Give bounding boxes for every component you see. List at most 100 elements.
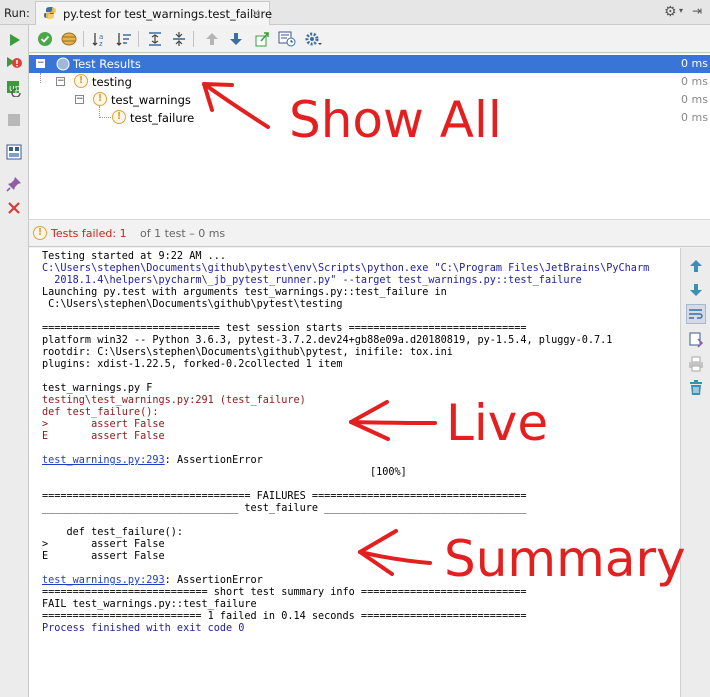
export-icon bbox=[255, 32, 269, 47]
check-circle-icon bbox=[38, 32, 52, 46]
console-output[interactable]: Testing started at 9:22 AM ... C:\Users\… bbox=[29, 248, 681, 697]
tree-label: test_failure bbox=[130, 111, 195, 125]
console-line: def test_failure(): bbox=[42, 527, 184, 538]
warning-icon: ! bbox=[33, 226, 47, 240]
previous-failed-button[interactable] bbox=[202, 29, 222, 49]
console-line: ________________________________ test_fa… bbox=[42, 503, 527, 514]
console-line: FAIL test_warnings.py::test_failure bbox=[42, 599, 257, 610]
pin-icon bbox=[6, 177, 21, 192]
console-line: testing\test_warnings.py:291 (test_failu… bbox=[42, 395, 306, 406]
expand-all-button[interactable] bbox=[145, 29, 165, 49]
duration: 0 ms bbox=[681, 75, 708, 88]
clear-all-button[interactable] bbox=[686, 378, 706, 398]
scroll-to-end-icon bbox=[689, 332, 704, 348]
test-runner-toolbar: az bbox=[29, 25, 710, 53]
layout-button[interactable] bbox=[4, 142, 24, 162]
console-line: > assert False bbox=[42, 419, 165, 430]
svg-text:z: z bbox=[99, 40, 103, 47]
settings-button[interactable] bbox=[303, 29, 323, 49]
tree-row-test-results[interactable]: − Test Results 0 ms bbox=[29, 55, 710, 73]
warning-icon: ! bbox=[112, 110, 126, 124]
chevron-down-icon[interactable]: ▾ bbox=[679, 6, 683, 15]
tests-failed-label: Tests failed: 1 bbox=[51, 227, 127, 240]
show-ignored-button[interactable] bbox=[59, 29, 79, 49]
source-link[interactable]: test_warnings.py:293 bbox=[42, 455, 165, 466]
tree-label: test_warnings bbox=[111, 93, 191, 107]
console-line: ================================== FAILU… bbox=[42, 491, 527, 502]
console-line: E assert False bbox=[42, 431, 165, 442]
print-icon bbox=[689, 356, 703, 372]
tree-label: testing bbox=[92, 75, 132, 89]
sort-by-duration-button[interactable] bbox=[114, 29, 134, 49]
tests-summary-text: of 1 test – 0 ms bbox=[140, 227, 226, 240]
collapse-all-button[interactable] bbox=[169, 29, 189, 49]
toggle-auto-test-button[interactable]: up bbox=[4, 78, 24, 98]
source-link[interactable]: test_warnings.py:293 bbox=[42, 575, 165, 586]
tree-row-testing[interactable]: − ! testing 0 ms bbox=[29, 73, 710, 91]
sort-alphabetically-button[interactable]: az bbox=[90, 29, 110, 49]
sort-duration-icon bbox=[116, 33, 131, 46]
collapse-toggle-icon[interactable]: − bbox=[56, 77, 65, 86]
console-line: ========================== 1 failed in 0… bbox=[42, 611, 527, 622]
import-results-button[interactable] bbox=[277, 29, 297, 49]
collapse-all-icon bbox=[173, 32, 185, 46]
tab-title: py.test for test_warnings.test_failure bbox=[63, 7, 273, 21]
play-icon bbox=[10, 34, 20, 46]
stop-icon bbox=[8, 114, 20, 126]
collapse-toggle-icon[interactable]: − bbox=[36, 59, 45, 68]
rerun-button[interactable] bbox=[4, 30, 24, 50]
ignored-icon bbox=[61, 32, 77, 46]
pin-tab-button[interactable] bbox=[4, 174, 24, 194]
console-line: > assert False bbox=[42, 539, 165, 550]
console-line: C:\Users\stephen\Documents\github\pytest… bbox=[42, 299, 343, 310]
live-annotation: Live bbox=[446, 394, 549, 452]
soft-wrap-button[interactable] bbox=[686, 304, 706, 324]
close-icon bbox=[8, 202, 20, 214]
console-line: test_warnings.py:293: AssertionError bbox=[42, 455, 263, 466]
stop-button[interactable] bbox=[4, 110, 24, 130]
console-line: 2018.1.4\helpers\pycharm\_jb_pytest_runn… bbox=[42, 275, 582, 286]
scroll-to-end-button[interactable] bbox=[686, 330, 706, 350]
tree-label: Test Results bbox=[73, 57, 141, 71]
test-status-bar: ! Tests failed: 1 of 1 test – 0 ms bbox=[29, 219, 710, 247]
console-line: Launching py.test with arguments test_wa… bbox=[42, 287, 447, 298]
export-results-button[interactable] bbox=[252, 29, 272, 49]
expand-all-icon bbox=[149, 32, 161, 46]
console-line: test_warnings.py:293: AssertionError bbox=[42, 575, 263, 586]
arrow-down-icon bbox=[230, 33, 242, 45]
rerun-failed-icon bbox=[7, 57, 22, 68]
scroll-up-button[interactable] bbox=[686, 256, 706, 276]
show-passed-button[interactable] bbox=[35, 29, 55, 49]
duration: 0 ms bbox=[681, 57, 708, 70]
warning-icon: ! bbox=[93, 92, 107, 106]
arrow-up-icon bbox=[690, 260, 702, 272]
console-line: def test_failure(): bbox=[42, 407, 159, 418]
scroll-down-button[interactable] bbox=[686, 280, 706, 300]
soft-wrap-icon bbox=[689, 309, 703, 319]
close-run-button[interactable] bbox=[4, 198, 24, 218]
history-icon bbox=[278, 31, 296, 47]
test-results-icon bbox=[56, 57, 70, 71]
gear-icon bbox=[305, 32, 322, 46]
sort-alpha-icon: az bbox=[92, 33, 103, 47]
console-toolbar bbox=[681, 248, 710, 697]
run-tab-bar: Run: py.test for test_warnings.test_fail… bbox=[0, 0, 710, 25]
run-label: Run: bbox=[4, 6, 30, 20]
rerun-failed-button[interactable] bbox=[4, 54, 24, 74]
trash-icon bbox=[690, 380, 702, 395]
collapse-toggle-icon[interactable]: − bbox=[75, 95, 84, 104]
summary-annotation: Summary bbox=[444, 530, 686, 588]
console-line: plugins: xdist-1.22.5, forked-0.2collect… bbox=[42, 359, 343, 370]
duration: 0 ms bbox=[681, 93, 708, 106]
console-line: Testing started at 9:22 AM ... bbox=[42, 251, 227, 262]
gear-icon[interactable]: ⚙ bbox=[664, 4, 677, 20]
console-line: rootdir: C:\Users\stephen\Documents\gith… bbox=[42, 347, 453, 358]
console-line: C:\Users\stephen\Documents\github\pytest… bbox=[42, 263, 650, 274]
print-button[interactable] bbox=[686, 354, 706, 374]
python-icon bbox=[44, 7, 56, 19]
hide-panel-icon[interactable]: ⇥ bbox=[692, 4, 702, 18]
next-failed-button[interactable] bbox=[226, 29, 246, 49]
close-icon[interactable]: × bbox=[251, 6, 261, 20]
console-line: platform win32 -- Python 3.6.3, pytest-3… bbox=[42, 335, 613, 346]
tab-pytest-run[interactable]: py.test for test_warnings.test_failure × bbox=[35, 1, 273, 25]
